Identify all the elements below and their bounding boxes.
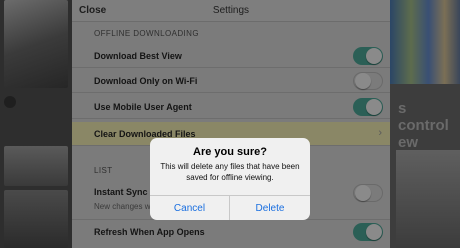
- alert-message: This will delete any files that have bee…: [160, 162, 300, 182]
- settings-navbar: Close Settings: [72, 0, 390, 22]
- instant-sync-toggle[interactable]: [353, 184, 383, 202]
- toggle-knob: [355, 73, 371, 89]
- background-thumbnail: [4, 0, 68, 88]
- row-download-wifi-only[interactable]: Download Only on Wi-Fi: [72, 69, 390, 93]
- background-thumbnail: [4, 146, 68, 186]
- toggle-knob: [366, 224, 382, 240]
- cancel-button[interactable]: Cancel: [150, 196, 230, 220]
- background-left-panel: [0, 0, 72, 248]
- row-label: Download Best View: [94, 51, 182, 61]
- section-header-list: LIST: [94, 166, 113, 175]
- toggle-knob: [355, 185, 371, 201]
- alert-title: Are you sure?: [193, 146, 267, 158]
- toggle-knob: [366, 99, 382, 115]
- delete-button[interactable]: Delete: [230, 196, 310, 220]
- row-label: Refresh When App Opens: [94, 227, 205, 237]
- refresh-when-app-opens-toggle[interactable]: [353, 223, 383, 241]
- download-best-view-toggle[interactable]: [353, 47, 383, 65]
- row-download-best-view[interactable]: Download Best View: [72, 44, 390, 68]
- section-header-offline: OFFLINE DOWNLOADING: [94, 29, 199, 38]
- confirm-alert-dialog: Are you sure? This will delete any files…: [150, 138, 310, 220]
- row-refresh-when-app-opens[interactable]: Refresh When App Opens: [72, 222, 390, 246]
- alert-button-bar: Cancel Delete: [150, 195, 310, 220]
- background-image-strip: [390, 0, 460, 84]
- chevron-right-icon: ›: [378, 127, 382, 139]
- background-right-panel: s controlew coins: [390, 0, 460, 248]
- toggle-knob: [366, 48, 382, 64]
- row-label: Instant Sync: [94, 187, 148, 197]
- background-thumbnail: [396, 150, 460, 248]
- settings-title: Settings: [212, 5, 250, 16]
- screen: s controlew coins Close Settings OFFLINE…: [0, 0, 460, 248]
- background-thumbnail: [4, 190, 68, 248]
- background-avatar: [4, 96, 16, 108]
- row-label: Download Only on Wi-Fi: [94, 76, 198, 86]
- mobile-user-agent-toggle[interactable]: [353, 98, 383, 116]
- row-mobile-user-agent[interactable]: Use Mobile User Agent: [72, 95, 390, 119]
- download-wifi-only-toggle[interactable]: [353, 72, 383, 90]
- row-label: Use Mobile User Agent: [94, 102, 192, 112]
